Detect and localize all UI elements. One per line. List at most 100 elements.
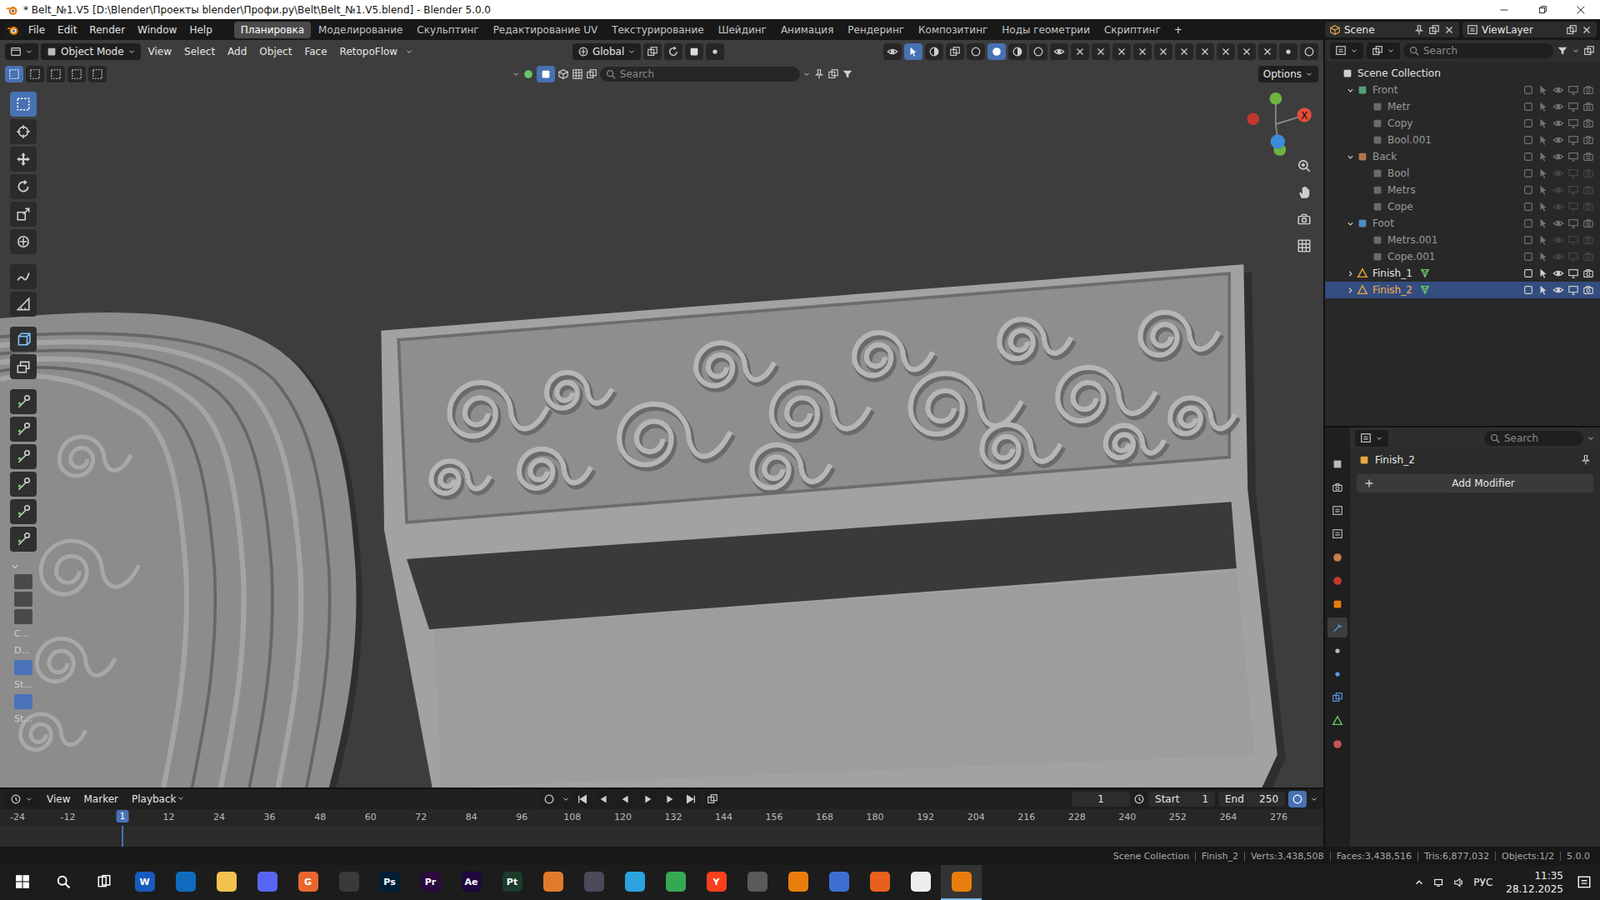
viewport-toggle[interactable]: [1565, 184, 1580, 196]
outliner-row[interactable]: Cope.001: [1325, 248, 1600, 265]
tool-label[interactable]: C...: [10, 626, 39, 641]
taskbar-app[interactable]: [655, 865, 696, 900]
viewport-menu[interactable]: Face: [299, 44, 332, 60]
viewport-toggle[interactable]: [1565, 250, 1580, 263]
tool-label[interactable]: St...: [10, 711, 39, 726]
select-mode-button[interactable]: [5, 65, 24, 83]
exclude-toggle[interactable]: [1520, 184, 1535, 196]
camera-view-button[interactable]: [1293, 208, 1315, 230]
solid-shading-button[interactable]: [987, 43, 1006, 60]
select-toggle[interactable]: [1535, 100, 1550, 113]
timeline-menu[interactable]: View: [41, 791, 75, 807]
render-toggle[interactable]: [1580, 250, 1595, 263]
exclude-toggle[interactable]: [1520, 84, 1535, 96]
properties-editor-dropdown[interactable]: [1355, 430, 1389, 447]
outliner-row[interactable]: Metrs: [1325, 181, 1600, 199]
tool-button[interactable]: [10, 91, 37, 117]
visibility-toggle[interactable]: [1550, 134, 1565, 146]
render-toggle[interactable]: [1580, 217, 1595, 230]
belt-buckle-model[interactable]: [380, 264, 1285, 788]
expand-slot[interactable]: [1343, 85, 1357, 95]
x-axis[interactable]: [1297, 107, 1312, 122]
toggle-button[interactable]: [1195, 43, 1215, 60]
tool-swatch[interactable]: [14, 609, 33, 625]
workspace-tab[interactable]: Рендеринг: [840, 21, 911, 39]
filter-mode-button[interactable]: [536, 65, 555, 83]
z-axis[interactable]: [1270, 134, 1285, 149]
minimize-button[interactable]: [1485, 0, 1524, 20]
start-frame-field[interactable]: Start1: [1148, 791, 1215, 807]
pivot-button[interactable]: [643, 43, 662, 60]
menu-item[interactable]: Edit: [51, 21, 83, 39]
tool-label[interactable]: D...: [10, 643, 39, 658]
visibility-toggle[interactable]: [1550, 100, 1565, 113]
zoom-button[interactable]: [1293, 155, 1315, 177]
jump-start-button[interactable]: [573, 790, 592, 808]
tool-button[interactable]: [10, 471, 37, 497]
outliner-row[interactable]: Metr: [1325, 98, 1600, 115]
viewport-menu[interactable]: Add: [222, 44, 252, 60]
select-toggle[interactable]: [1535, 184, 1550, 196]
language-indicator[interactable]: РУС: [1473, 876, 1493, 889]
properties-tab[interactable]: [1327, 640, 1348, 661]
taskbar-app[interactable]: Ae: [450, 865, 492, 900]
tool-button[interactable]: [10, 119, 37, 145]
xray-button[interactable]: [945, 43, 965, 60]
ortho-button[interactable]: [1293, 235, 1315, 257]
workspace-tab[interactable]: Ноды геометрии: [995, 21, 1097, 39]
expand-slot[interactable]: [1343, 285, 1357, 295]
mode-dropdown[interactable]: Object Mode: [40, 43, 141, 60]
outliner-row[interactable]: Back: [1325, 148, 1600, 165]
visibility-toggle[interactable]: [1550, 167, 1565, 180]
tool-button[interactable]: [10, 201, 37, 227]
viewport-menu[interactable]: Select: [179, 44, 220, 60]
workspace-tab[interactable]: Скриптинг: [1097, 21, 1168, 39]
scene-field[interactable]: Scene: [1325, 21, 1460, 38]
select-toggle[interactable]: [1535, 84, 1550, 96]
material-shading-button[interactable]: [1008, 43, 1027, 60]
clock[interactable]: 11:3528.12.2025: [1500, 869, 1569, 896]
menu-item[interactable]: Help: [183, 21, 218, 39]
viewport-toggle[interactable]: [1565, 234, 1580, 246]
tool-button[interactable]: [10, 354, 37, 380]
viewport-toggle[interactable]: [1565, 134, 1580, 146]
viewport-toggle[interactable]: [1565, 284, 1580, 296]
blender-menu-button[interactable]: [3, 21, 22, 39]
toggle-button[interactable]: [1133, 43, 1152, 60]
navigation-gizmo[interactable]: X: [1245, 88, 1317, 160]
outliner-row[interactable]: Bool: [1325, 165, 1600, 182]
keying-button[interactable]: [703, 790, 722, 808]
properties-tab[interactable]: [1327, 687, 1348, 708]
sync-button[interactable]: [1288, 790, 1307, 808]
expand-slot[interactable]: [1343, 269, 1357, 279]
taskbar-app[interactable]: Pr: [410, 865, 451, 900]
toggle-button[interactable]: [1091, 43, 1110, 60]
tool-swatch[interactable]: [14, 591, 33, 607]
visibility-toggle[interactable]: [1550, 150, 1565, 163]
exclude-toggle[interactable]: [1520, 217, 1535, 230]
viewport-menu[interactable]: RetopoFlow: [335, 44, 404, 60]
visibility-toggle[interactable]: [1550, 284, 1565, 296]
render-toggle[interactable]: [1580, 117, 1595, 130]
properties-tab[interactable]: [1327, 734, 1348, 755]
visibility-toggle[interactable]: [1550, 200, 1565, 213]
workspace-tab[interactable]: Текстурирование: [605, 21, 710, 39]
render-shading-button[interactable]: [1029, 43, 1048, 60]
view-layer-field[interactable]: ViewLayer: [1462, 21, 1597, 38]
outliner-row[interactable]: Copy: [1325, 115, 1600, 132]
exclude-toggle[interactable]: [1520, 117, 1535, 130]
taskbar-app[interactable]: [736, 865, 778, 900]
properties-tab[interactable]: [1327, 524, 1348, 545]
viewport-toggle[interactable]: [1565, 150, 1580, 163]
toggle-button[interactable]: [1070, 43, 1090, 60]
outliner-row[interactable]: Metrs.001: [1325, 231, 1600, 249]
task-view-button[interactable]: [83, 865, 125, 900]
select-toggle[interactable]: [1535, 267, 1550, 280]
properties-tab[interactable]: [1327, 617, 1348, 638]
options-dropdown[interactable]: Options: [1258, 65, 1319, 83]
toggle-button[interactable]: [1112, 43, 1131, 60]
workspace-tab[interactable]: Планировка: [234, 21, 311, 39]
tool-swatch[interactable]: [14, 574, 33, 590]
exclude-toggle[interactable]: [1520, 284, 1535, 296]
timeline-editor-dropdown[interactable]: [5, 790, 39, 808]
